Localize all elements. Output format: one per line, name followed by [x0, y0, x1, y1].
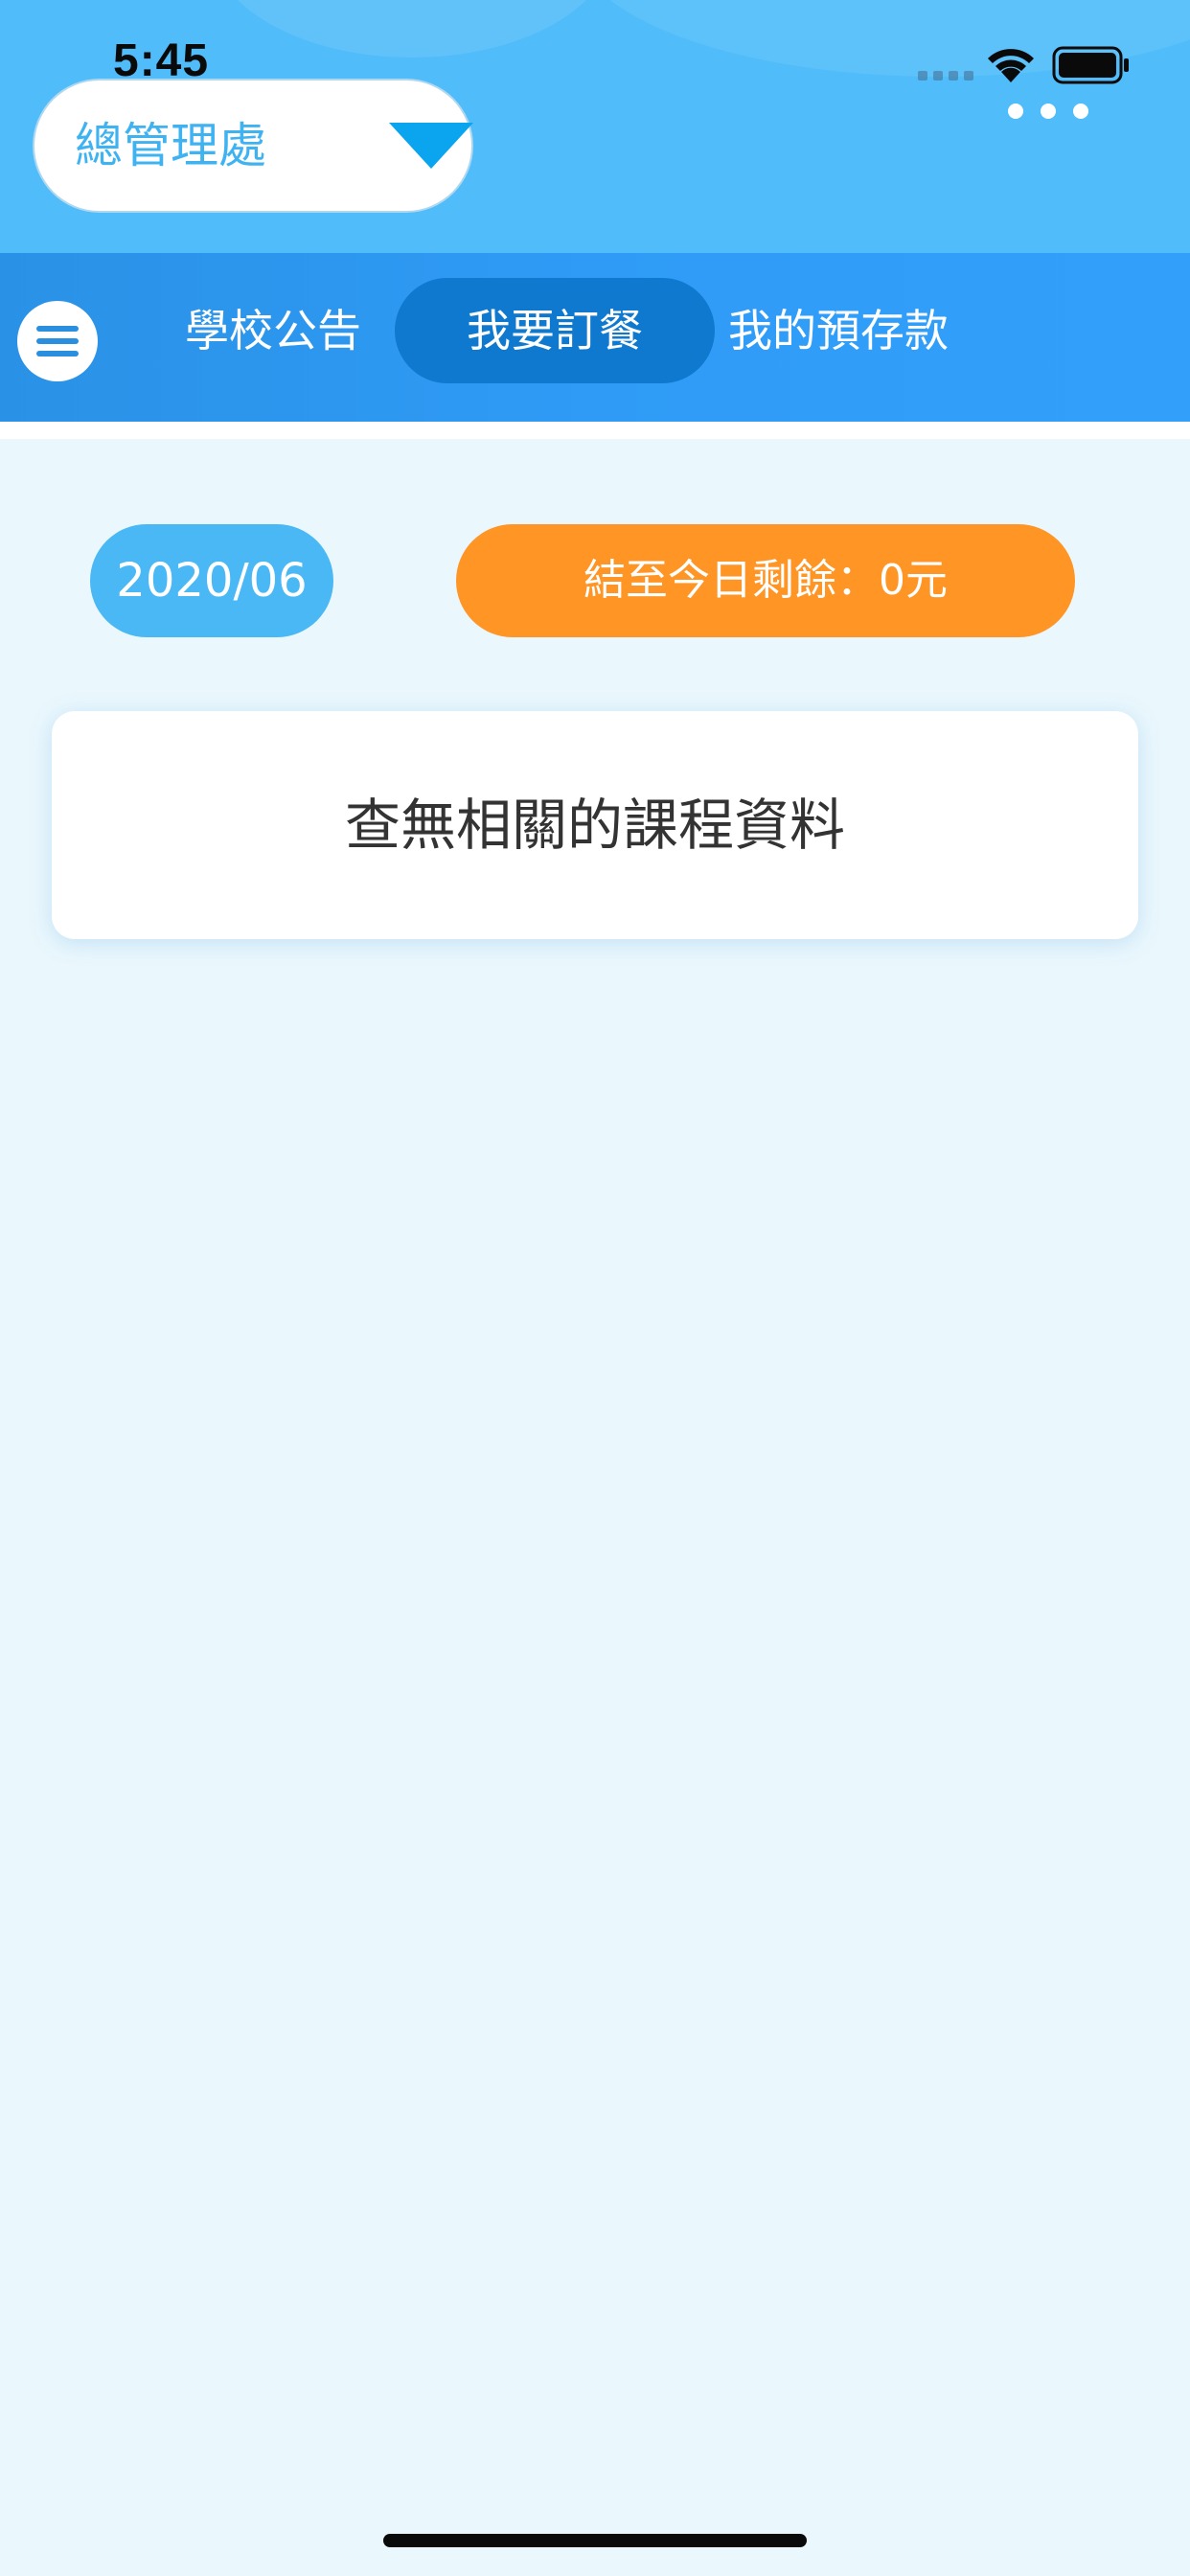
- hamburger-menu-button[interactable]: [17, 301, 98, 381]
- month-picker-button[interactable]: 2020/06: [90, 524, 333, 637]
- balance-badge: 結至今日剩餘：0元: [456, 524, 1075, 637]
- cellular-signal-icon: [918, 71, 973, 80]
- tab-navigation-bar: 學校公告 我要訂餐 我的預存款: [0, 253, 1190, 422]
- tab-order-meal[interactable]: 我要訂餐: [395, 278, 715, 383]
- home-indicator[interactable]: [383, 2534, 807, 2547]
- battery-icon: [1052, 46, 1129, 84]
- hamburger-menu-icon: [36, 326, 79, 332]
- nav-divider: [0, 422, 1190, 439]
- branch-selector-dropdown[interactable]: 總管理處: [33, 79, 473, 213]
- tab-school-announcements[interactable]: 學校公告: [153, 278, 393, 383]
- empty-state-card: 查無相關的課程資料: [52, 711, 1138, 939]
- tab-my-deposit[interactable]: 我的預存款: [709, 278, 968, 383]
- branch-selector-label: 總管理處: [75, 118, 266, 173]
- wifi-icon: [988, 49, 1034, 82]
- header-cloud-decoration: [211, 0, 613, 58]
- more-dots-icon[interactable]: [1008, 104, 1088, 119]
- chevron-down-icon: [389, 123, 473, 169]
- empty-state-message: 查無相關的課程資料: [344, 793, 845, 858]
- app-header: 5:45 總管理處: [0, 0, 1190, 253]
